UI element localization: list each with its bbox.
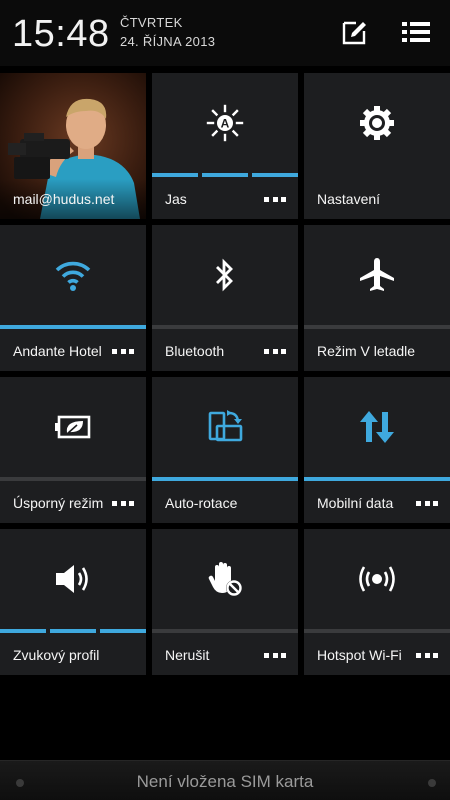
more-options-icon[interactable]	[264, 349, 286, 354]
weekday-label: ČTVRTEK	[120, 15, 183, 30]
wifi-tile[interactable]: Andante Hotel	[0, 225, 146, 371]
hotspot-state-bar	[304, 629, 450, 633]
mobile-data-tile[interactable]: Mobilní data	[304, 377, 450, 523]
notification-shade: 15:48 ČTVRTEK 24. ŘÍJNA 2013 mail@hudus.…	[0, 0, 450, 800]
bluetooth-icon	[216, 258, 233, 292]
wifi-network-label: Andante Hotel	[13, 343, 102, 359]
date-label: 24. ŘÍJNA 2013	[120, 34, 216, 49]
profile-tile[interactable]: mail@hudus.net	[0, 73, 146, 219]
brightness-label: Jas	[165, 191, 187, 207]
wifi-hotspot-tile[interactable]: Hotspot Wi-Fi	[304, 529, 450, 675]
airplane-mode-label: Režim V letadle	[317, 343, 416, 359]
svg-text:A: A	[221, 117, 230, 131]
sound-profile-label: Zvukový profil	[13, 647, 100, 663]
do-not-disturb-state-bar	[152, 629, 298, 633]
bluetooth-label: Bluetooth	[165, 343, 225, 359]
auto-rotate-tile[interactable]: Auto-rotace	[152, 377, 298, 523]
mobile-data-icon	[360, 411, 394, 443]
more-options-icon[interactable]	[416, 501, 438, 506]
speaker-icon	[56, 565, 88, 593]
airplane-state-bar	[304, 325, 450, 329]
airplane-icon	[360, 258, 394, 291]
more-options-icon[interactable]	[264, 653, 286, 658]
auto-rotate-label: Auto-rotace	[165, 495, 238, 511]
more-options-icon[interactable]	[264, 197, 286, 202]
wifi-state-bar	[0, 325, 146, 329]
bluetooth-tile[interactable]: Bluetooth	[152, 225, 298, 371]
airplane-mode-tile[interactable]: Režim V letadle	[304, 225, 450, 371]
power-saver-tile[interactable]: Úsporný režim	[0, 377, 146, 523]
power-saver-state-bar	[0, 477, 146, 481]
mobile-data-state-bar	[304, 477, 450, 481]
brightness-auto-icon: A	[206, 104, 244, 142]
rotate-icon	[208, 410, 243, 442]
sound-profile-tile[interactable]: Zvukový profil	[0, 529, 146, 675]
list-icon	[402, 22, 430, 42]
right-handle-dot	[428, 779, 436, 787]
profile-email-label: mail@hudus.net	[13, 191, 115, 207]
date-block: ČTVRTEK 24. ŘÍJNA 2013	[120, 15, 215, 50]
power-saver-label: Úsporný režim	[13, 495, 104, 511]
brightness-level-bar	[152, 173, 298, 177]
settings-tile[interactable]: Nastavení	[304, 73, 450, 219]
sim-status-text: Není vložena SIM karta	[136, 772, 314, 791]
more-options-icon[interactable]	[416, 653, 438, 658]
do-not-disturb-hand-icon	[208, 562, 242, 596]
do-not-disturb-tile[interactable]: Nerušit	[152, 529, 298, 675]
hotspot-label: Hotspot Wi-Fi	[317, 647, 402, 663]
battery-leaf-icon	[55, 415, 91, 439]
hotspot-icon	[359, 566, 395, 592]
status-header: 15:48 ČTVRTEK 24. ŘÍJNA 2013	[0, 0, 450, 66]
more-options-icon[interactable]	[112, 349, 134, 354]
clock-time: 15:48	[12, 13, 110, 55]
mobile-data-label: Mobilní data	[317, 495, 394, 511]
notifications-list-button[interactable]	[398, 14, 434, 50]
wifi-icon	[55, 261, 91, 291]
auto-rotate-state-bar	[152, 477, 298, 481]
settings-label: Nastavení	[317, 191, 381, 207]
more-options-icon[interactable]	[112, 501, 134, 506]
brightness-tile[interactable]: A Jas	[152, 73, 298, 219]
bluetooth-state-bar	[152, 325, 298, 329]
sim-status-bar: Není vložena SIM karta	[0, 760, 450, 800]
do-not-disturb-label: Nerušit	[165, 647, 210, 663]
edit-quick-settings-button[interactable]	[336, 14, 372, 50]
edit-icon	[342, 21, 366, 45]
sound-profile-level-bar	[0, 629, 146, 633]
gear-icon	[360, 106, 394, 140]
